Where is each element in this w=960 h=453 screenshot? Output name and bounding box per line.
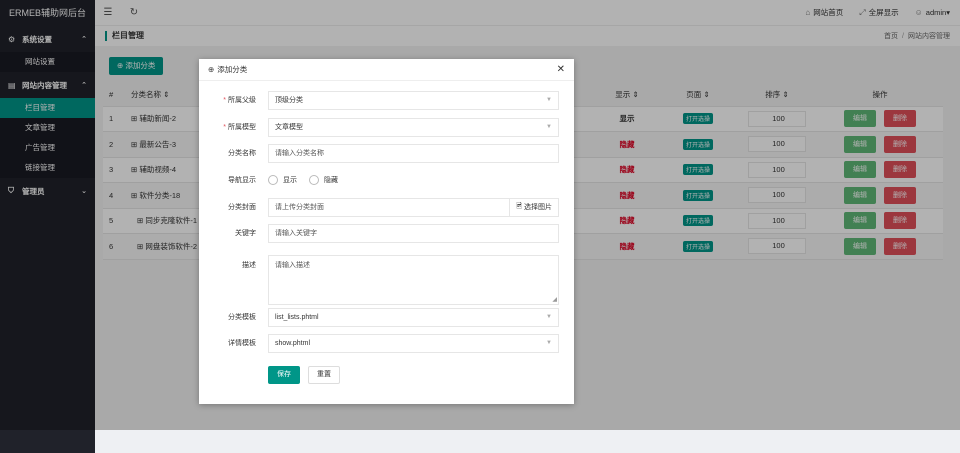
nav-show-radio[interactable]: 显示 [268, 175, 297, 185]
model-select-value: 文章模型 [275, 124, 303, 131]
form-row-name: 分类名称 请输入分类名称 [199, 143, 574, 163]
parent-select-value: 顶级分类 [275, 97, 303, 104]
caret-down-icon: ▼ [546, 314, 552, 320]
parent-label: * 所属父级 [199, 95, 262, 105]
add-category-modal: ⊕ 添加分类 ✕ * 所属父级 顶级分类 ▼ * 所属模型 文章模型 ▼ 分类名称 请输… [199, 59, 574, 404]
list-tpl-label: 分类模板 [228, 314, 256, 321]
close-icon[interactable]: ✕ [557, 64, 565, 75]
parent-label-text: 所属父级 [228, 97, 256, 104]
nav-hide-label: 隐藏 [324, 177, 338, 184]
detail-tpl-label: 详情模板 [228, 340, 256, 347]
form-row-cover: 分类封面 请上传分类封面 🖻 选择图片 [199, 197, 574, 217]
parent-select[interactable]: 顶级分类 ▼ [268, 90, 559, 110]
caret-down-icon: ▼ [546, 340, 552, 346]
choose-image-label: 选择图片 [524, 204, 552, 211]
form-row-model: * 所属模型 文章模型 ▼ [199, 117, 574, 137]
keyword-label: 关键字 [235, 230, 256, 237]
footer [95, 430, 960, 453]
list-template-value: list_lists.phtml [275, 313, 319, 321]
caret-down-icon: ▼ [546, 97, 552, 103]
radio-circle-icon [309, 175, 319, 185]
nav-label: 导航显示 [228, 177, 256, 184]
name-label: 分类名称 [228, 150, 256, 157]
description-textarea[interactable]: 请输入描述 ◢ [268, 255, 559, 305]
model-label-text: 所属模型 [228, 124, 256, 131]
form-row-desc: 描述 请输入描述 ◢ [199, 255, 574, 305]
resize-handle-icon[interactable]: ◢ [552, 296, 557, 303]
required-mark: * [223, 97, 226, 104]
radio-circle-icon [268, 175, 278, 185]
category-name-input[interactable]: 请输入分类名称 [268, 143, 559, 163]
nav-hide-radio[interactable]: 隐藏 [309, 175, 338, 185]
choose-image-button[interactable]: 🖻 选择图片 [509, 198, 558, 216]
form-row-parent: * 所属父级 顶级分类 ▼ [199, 90, 574, 110]
save-button[interactable]: 保存 [268, 366, 300, 384]
list-template-select[interactable]: list_lists.phtml ▼ [268, 307, 559, 327]
cover-label: 分类封面 [228, 204, 256, 211]
nav-radio-group: 显示 隐藏 [268, 171, 350, 190]
model-label: * 所属模型 [199, 122, 262, 132]
modal-header: ⊕ 添加分类 ✕ [199, 59, 574, 81]
form-row-keyword: 关键字 请输入关键字 [199, 223, 574, 243]
cover-placeholder: 请上传分类封面 [275, 204, 324, 211]
form-row-list-tpl: 分类模板 list_lists.phtml ▼ [199, 307, 574, 327]
required-mark: * [223, 124, 226, 131]
detail-template-select[interactable]: show.phtml ▼ [268, 333, 559, 353]
desc-label: 描述 [242, 262, 256, 269]
nav-show-label: 显示 [283, 177, 297, 184]
image-icon: 🖻 [516, 202, 522, 210]
model-select[interactable]: 文章模型 ▼ [268, 117, 559, 137]
description-placeholder: 请输入描述 [275, 262, 310, 269]
detail-template-value: show.phtml [275, 339, 311, 347]
category-name-placeholder: 请输入分类名称 [275, 150, 324, 157]
keyword-placeholder: 请输入关键字 [275, 230, 317, 237]
modal-title: 添加分类 [217, 65, 248, 74]
reset-button[interactable]: 重置 [308, 366, 340, 384]
form-row-detail-tpl: 详情模板 show.phtml ▼ [199, 333, 574, 353]
plus-circle-icon: ⊕ [208, 65, 215, 74]
form-row-nav: 导航显示 显示 隐藏 [199, 175, 574, 185]
cover-input[interactable]: 请上传分类封面 🖻 选择图片 [268, 197, 559, 217]
keyword-input[interactable]: 请输入关键字 [268, 223, 559, 243]
caret-down-icon: ▼ [546, 124, 552, 130]
